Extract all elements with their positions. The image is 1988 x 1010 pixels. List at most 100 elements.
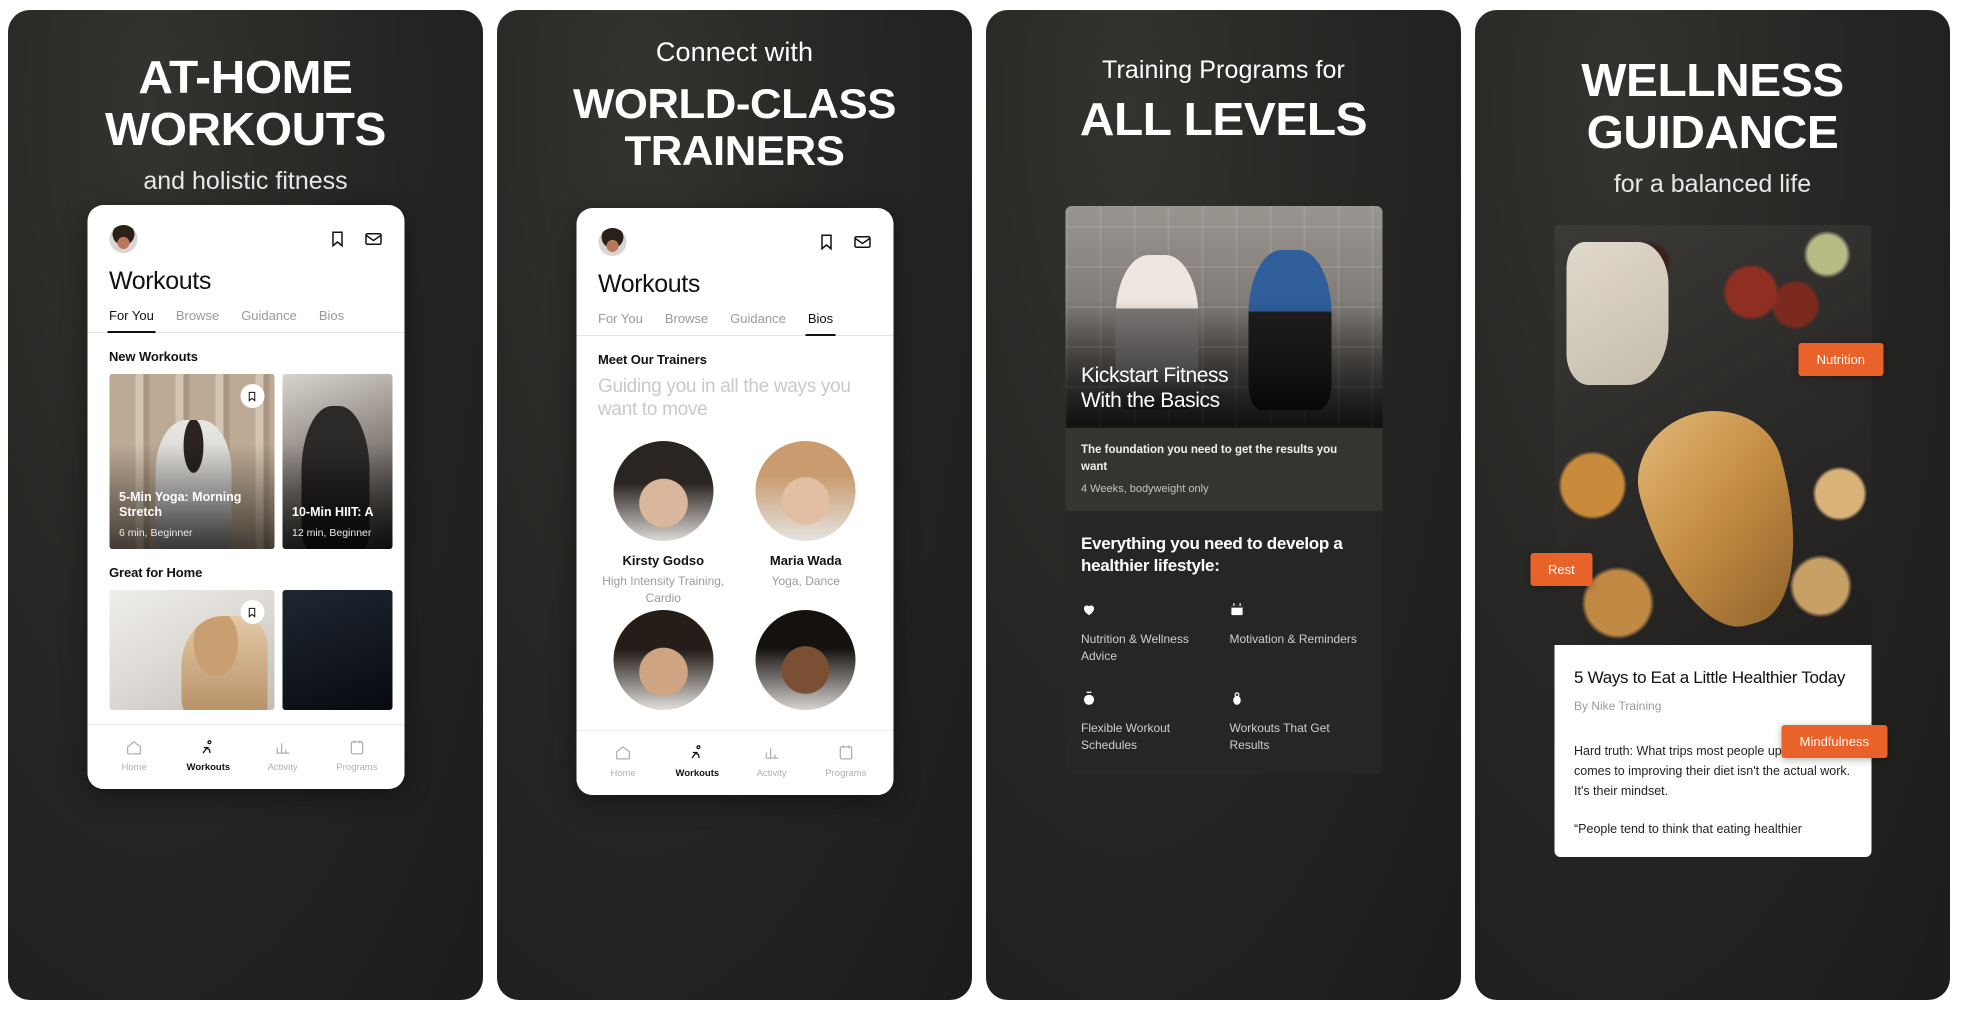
trainer-card[interactable] <box>598 609 729 710</box>
trainer-card[interactable]: Maria Wada Yoga, Dance <box>741 441 872 605</box>
mail-icon[interactable] <box>364 230 382 248</box>
kettlebell-icon <box>1230 691 1367 711</box>
programs-icon <box>326 737 388 757</box>
section-heading-meet-our-trainers: Meet Our Trainers <box>598 352 707 367</box>
bottom-navigation: Home Workouts Activity Programs <box>576 729 893 795</box>
wellness-content: Nutrition Rest Mindfulness 5 Ways to Eat… <box>1530 225 1887 858</box>
program-meta: 4 Weeks, bodyweight only <box>1081 483 1209 496</box>
page-title: Workouts <box>598 270 700 298</box>
avatar[interactable] <box>109 225 137 253</box>
bookmark-icon[interactable] <box>240 384 264 408</box>
tab-guidance[interactable]: Guidance <box>241 308 297 332</box>
page-title: Workouts <box>109 267 211 295</box>
workout-card-title: 10-Min HIIT: A <box>292 505 374 520</box>
bookmark-icon[interactable] <box>328 230 346 248</box>
feature-item: Nutrition & Wellness Advice <box>1081 602 1218 665</box>
workout-card-title: 5-Min Yoga: Morning Stretch <box>119 489 242 520</box>
baguette-detail <box>1621 393 1823 645</box>
tab-bios[interactable]: Bios <box>805 311 836 336</box>
program-card[interactable]: Kickstart Fitness With the Basics The fo… <box>1065 206 1382 774</box>
nav-label: Activity <box>267 762 298 773</box>
workout-card-meta: 10-Min HIIT: A 12 min, Beginner <box>292 505 384 539</box>
nav-item-home[interactable]: Home <box>592 743 654 779</box>
feature-label: Flexible Workout Schedules <box>1081 720 1171 752</box>
headline-title-line2: TRAINERS <box>624 126 845 174</box>
nav-label: Home <box>610 767 636 779</box>
nav-label: Programs <box>825 767 867 779</box>
section-heading-great-for-home: Great for Home <box>109 565 203 580</box>
hero-title-line2: With the Basics <box>1081 389 1220 413</box>
tab-for-you[interactable]: For You <box>107 308 156 333</box>
pill-nutrition[interactable]: Nutrition <box>1798 343 1883 376</box>
nav-item-workouts[interactable]: Workouts <box>177 737 239 773</box>
features-heading: Everything you need to develop a healthi… <box>1081 534 1343 576</box>
phone-mockup-trainers: Workouts For You Browse Guidance Bios Me… <box>576 208 893 795</box>
hero-title-line1: Kickstart Fitness <box>1081 363 1229 387</box>
program-description: The foundation you need to get the resul… <box>1081 444 1338 473</box>
nav-item-home[interactable]: Home <box>103 737 165 773</box>
nav-label: Home <box>121 762 147 773</box>
home-icon <box>592 743 654 763</box>
bookmark-icon[interactable] <box>240 600 264 624</box>
trainer-specialty: Yoga, Dance <box>771 574 840 589</box>
tab-browse[interactable]: Browse <box>176 308 219 332</box>
headline-kicker: Training Programs for <box>1102 56 1345 84</box>
nav-item-activity[interactable]: Activity <box>741 743 803 779</box>
trainer-grid: Kirsty Godso High Intensity Training, Ca… <box>576 421 893 710</box>
mail-icon[interactable] <box>853 233 871 251</box>
trainer-card[interactable] <box>741 609 872 710</box>
workouts-icon <box>666 743 728 763</box>
phone-mockup-workouts: Workouts For You Browse Guidance Bios Ne… <box>87 205 404 789</box>
hero-title: Kickstart Fitness With the Basics <box>1081 363 1229 414</box>
cloth-detail <box>1566 241 1669 385</box>
headline-kicker: Connect with <box>655 37 814 67</box>
article-byline: By Nike Training <box>1574 699 1662 714</box>
trainer-avatar <box>613 609 714 710</box>
features-grid: Nutrition & Wellness Advice Motivation &… <box>1065 578 1382 774</box>
activity-icon <box>741 743 803 763</box>
workout-card[interactable] <box>282 590 392 710</box>
nav-label: Workouts <box>186 762 231 773</box>
calendar-icon <box>1230 602 1367 622</box>
food-photo <box>1554 225 1871 645</box>
trainer-card[interactable]: Kirsty Godso High Intensity Training, Ca… <box>598 441 729 605</box>
workout-card[interactable] <box>109 590 274 710</box>
workout-card[interactable]: 10-Min HIIT: A 12 min, Beginner <box>282 374 392 549</box>
bookmark-icon[interactable] <box>817 233 835 251</box>
section-lede: Guiding you in all the ways you want to … <box>598 376 851 421</box>
workout-card[interactable]: 5-Min Yoga: Morning Stretch 6 min, Begin… <box>109 374 274 549</box>
panel-at-home-workouts: AT-HOME WORKOUTS and holistic fitness Wo… <box>8 10 483 1000</box>
trainer-avatar <box>613 441 714 542</box>
feature-label: Motivation & Reminders <box>1229 631 1357 646</box>
app-topbar <box>87 205 404 253</box>
workout-card-rail[interactable]: 5-Min Yoga: Morning Stretch 6 min, Begin… <box>87 374 404 549</box>
nav-item-programs[interactable]: Programs <box>326 737 388 773</box>
workout-photo <box>282 590 392 710</box>
tab-bios[interactable]: Bios <box>319 308 344 332</box>
nav-label: Activity <box>756 767 787 779</box>
workouts-icon <box>177 737 239 757</box>
pill-rest[interactable]: Rest <box>1530 553 1593 586</box>
nav-item-programs[interactable]: Programs <box>815 743 877 779</box>
tab-for-you[interactable]: For You <box>598 311 643 335</box>
home-icon <box>103 737 165 757</box>
trainer-avatar <box>755 441 856 542</box>
app-topbar <box>576 208 893 256</box>
stopwatch-icon <box>1081 691 1218 711</box>
programs-icon <box>815 743 877 763</box>
nav-label: Workouts <box>675 767 720 779</box>
topbar-icons <box>328 230 382 248</box>
pill-mindfulness[interactable]: Mindfulness <box>1781 725 1887 758</box>
workout-card-rail[interactable] <box>87 590 404 710</box>
workout-card-subtitle: 12 min, Beginner <box>292 527 372 539</box>
workout-card-meta: 5-Min Yoga: Morning Stretch 6 min, Begin… <box>119 490 266 539</box>
tab-guidance[interactable]: Guidance <box>730 311 786 335</box>
headline-title: AT-HOME WORKOUTS <box>104 51 387 155</box>
tab-browse[interactable]: Browse <box>665 311 708 335</box>
avatar[interactable] <box>598 228 626 256</box>
nav-item-activity[interactable]: Activity <box>252 737 314 773</box>
panel-world-class-trainers: Connect with WORLD-CLASS TRAINERS Workou… <box>497 10 972 1000</box>
feature-item: Motivation & Reminders <box>1230 602 1367 665</box>
headline-block: Connect with WORLD-CLASS TRAINERS <box>497 10 972 174</box>
nav-item-workouts[interactable]: Workouts <box>666 743 728 779</box>
